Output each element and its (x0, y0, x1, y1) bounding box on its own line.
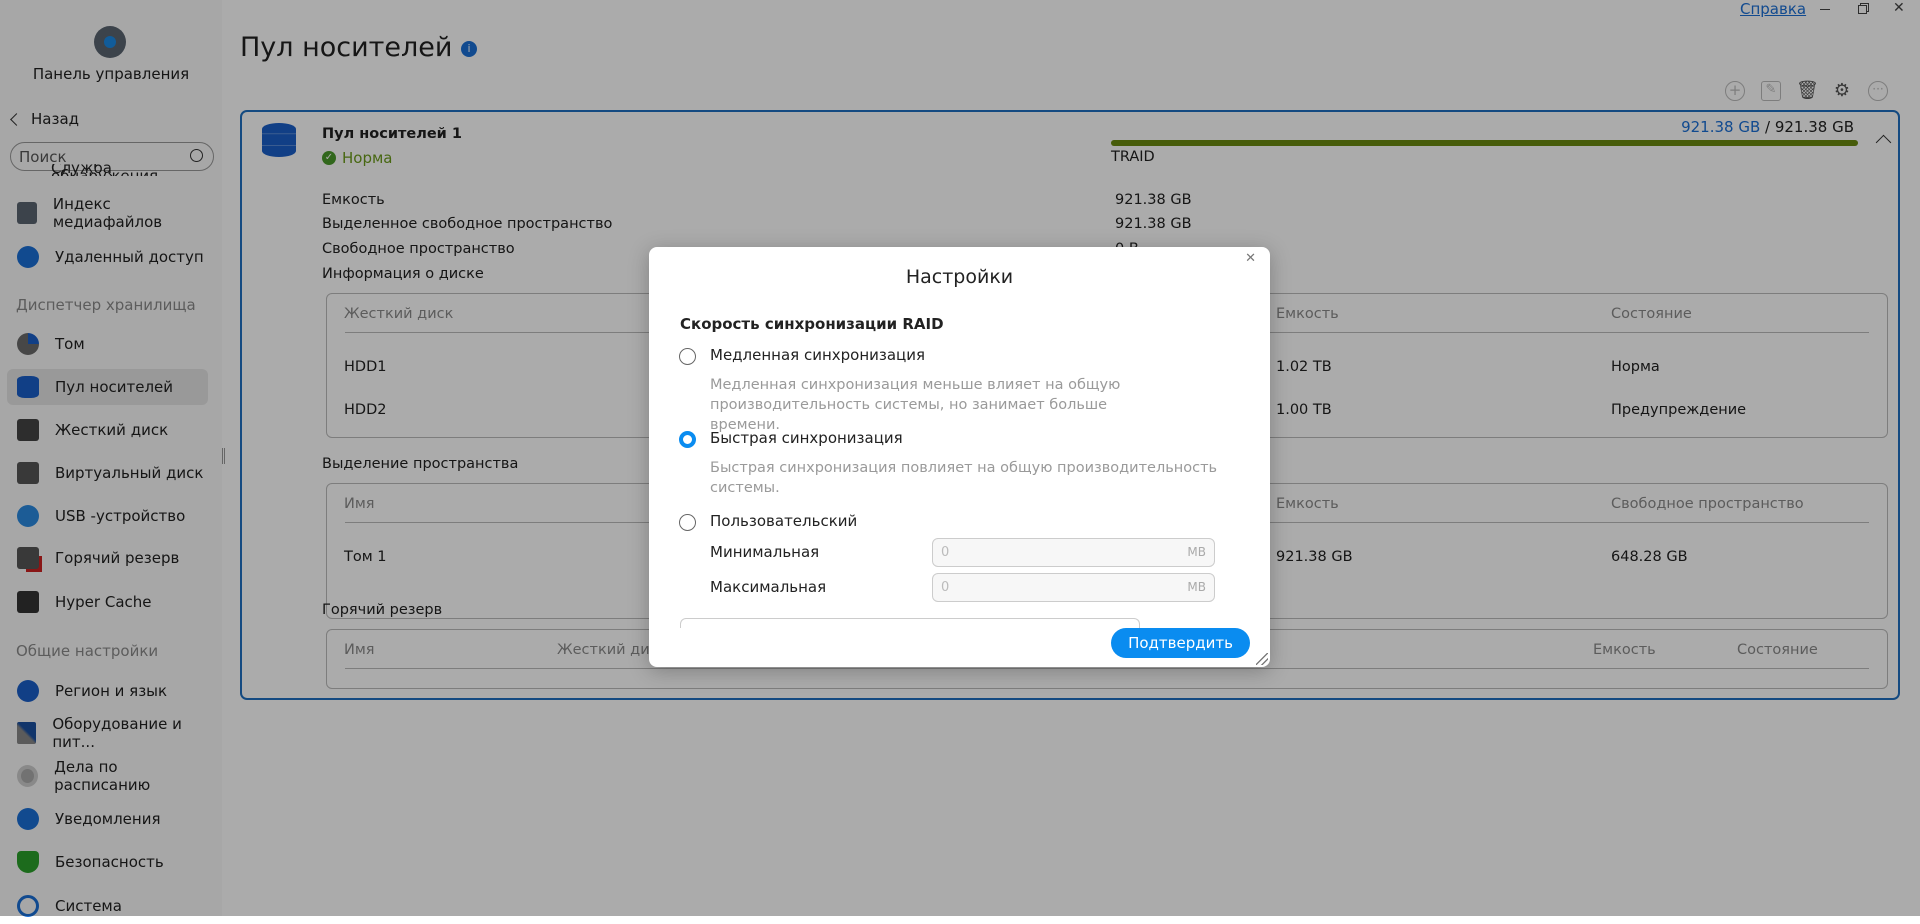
section-label: Скорость синхронизации RAID (680, 315, 944, 333)
min-speed-input[interactable]: 0 MB (932, 538, 1215, 567)
max-label: Максимальная (710, 578, 827, 596)
max-speed-input[interactable]: 0 MB (932, 573, 1215, 602)
cut-off-panel (680, 618, 1140, 628)
settings-dialog: Настройки ✕ Скорость синхронизации RAID … (649, 247, 1270, 667)
dialog-title: Настройки (905, 266, 1014, 288)
resize-grip-icon[interactable] (1256, 653, 1268, 665)
radio-button[interactable] (679, 514, 696, 531)
dialog-close-icon[interactable]: ✕ (1245, 251, 1256, 266)
radio-button[interactable] (679, 348, 696, 365)
option-description: Быстрая синхронизация повлияет на общую … (710, 460, 1218, 496)
radio-button[interactable] (679, 431, 696, 448)
option-description: Медленная синхронизация меньше влияет на… (710, 377, 1121, 433)
confirm-button[interactable]: Подтвердить (1111, 628, 1250, 658)
min-label: Минимальная (710, 543, 820, 561)
